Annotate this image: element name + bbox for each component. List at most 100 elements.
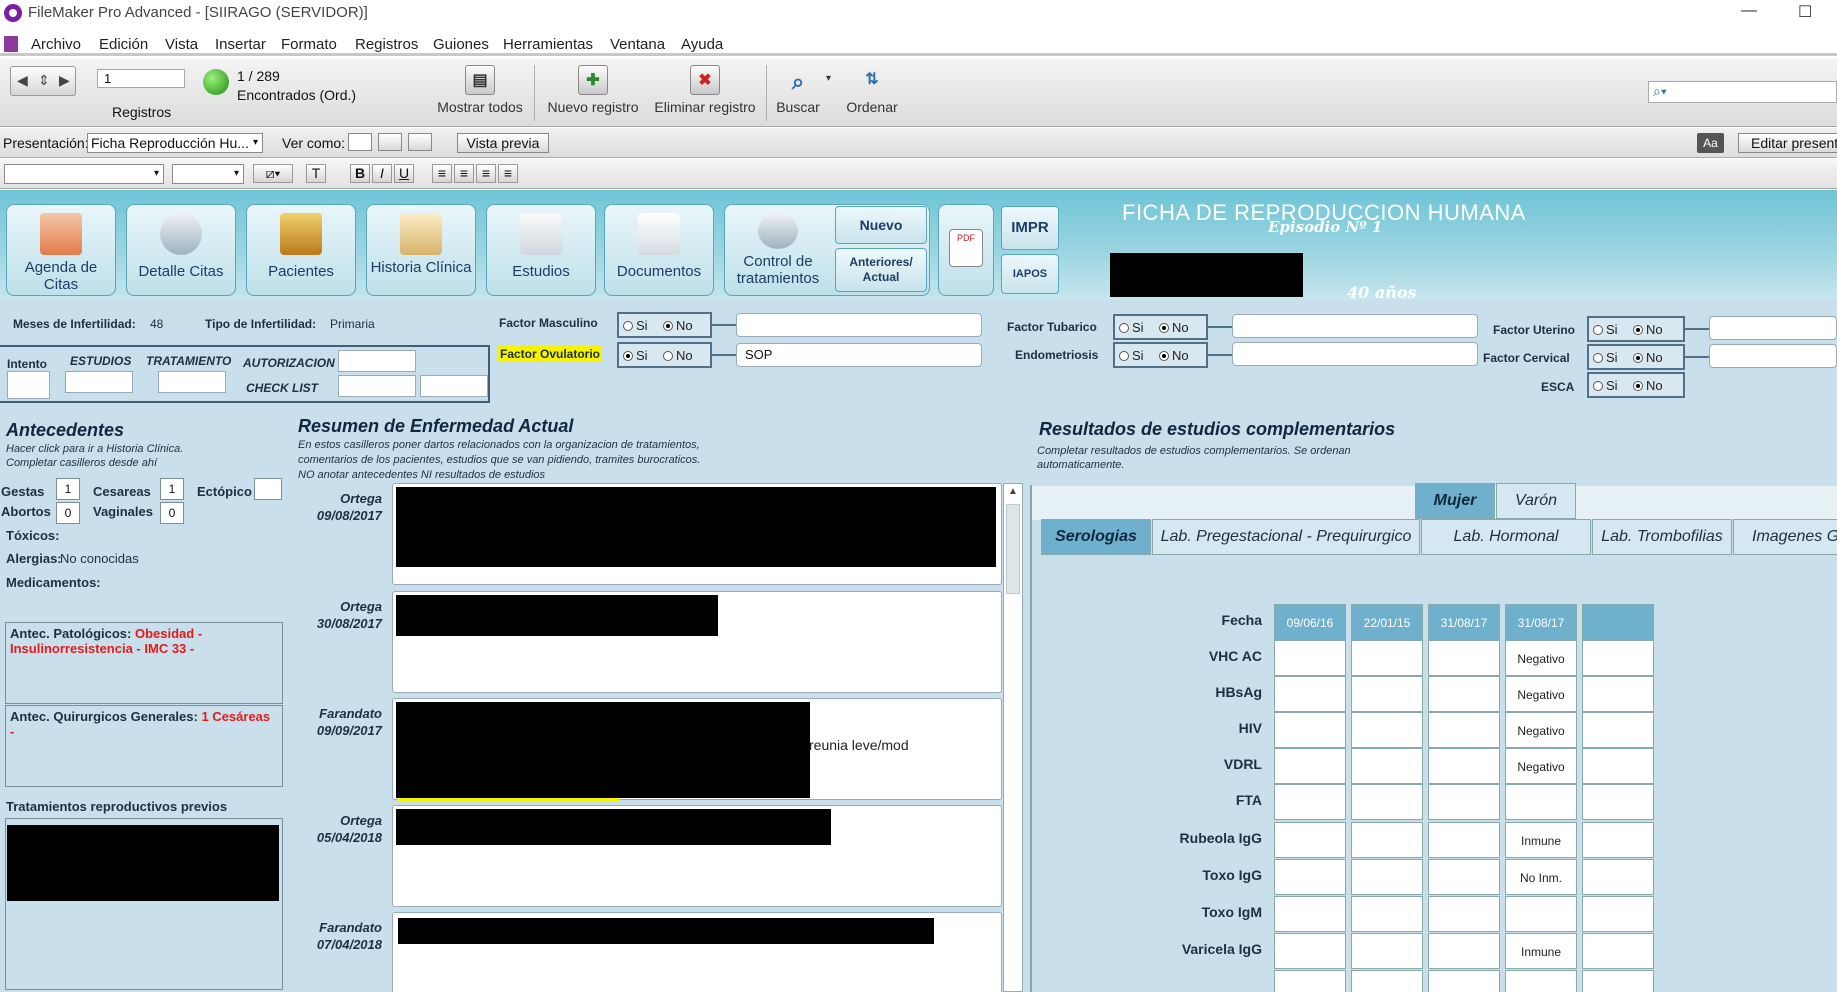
result-cell[interactable] (1428, 676, 1500, 712)
result-cell[interactable] (1274, 676, 1346, 712)
autorizacion-field[interactable] (338, 350, 416, 372)
align-right-button[interactable]: ≡ (476, 164, 496, 183)
tab-imagenes[interactable]: Imagenes Gi (1733, 519, 1837, 555)
table-view-button[interactable] (408, 133, 432, 151)
result-cell[interactable] (1351, 712, 1423, 748)
result-cell[interactable] (1351, 970, 1423, 992)
factor-masculino-radio[interactable]: Si No (617, 312, 712, 338)
endometriosis-text[interactable] (1232, 342, 1478, 366)
resumen-entry[interactable]: reunia leve/mod (392, 698, 1002, 801)
find-dropdown-icon[interactable]: ▾ (826, 73, 831, 84)
factor-uterino-si[interactable]: Si (1593, 322, 1618, 337)
nav-documentos[interactable]: Documentos (604, 204, 714, 296)
tratamientos-previos-box[interactable] (5, 818, 283, 990)
result-cell[interactable] (1351, 933, 1423, 969)
factor-tubarico-no[interactable]: No (1159, 320, 1189, 335)
factor-uterino-no[interactable]: No (1633, 322, 1663, 337)
alergias-value[interactable]: No conocidas (60, 551, 139, 566)
result-cell[interactable] (1351, 859, 1423, 895)
result-cell[interactable]: Negativo (1505, 748, 1577, 784)
endometriosis-no[interactable]: No (1159, 348, 1189, 363)
esca-no[interactable]: No (1633, 378, 1663, 393)
result-cell[interactable] (1274, 933, 1346, 969)
show-all-button[interactable]: ▤ Mostrar todos (434, 65, 526, 115)
sort-button[interactable]: ⇅ Ordenar (842, 65, 902, 115)
intento-field[interactable] (7, 371, 50, 399)
result-cell[interactable] (1274, 784, 1346, 820)
result-cell[interactable] (1505, 896, 1577, 932)
tab-serologias[interactable]: Serologias (1041, 519, 1151, 555)
factor-ovulatorio-radio[interactable]: Si No (617, 342, 712, 368)
result-cell[interactable] (1274, 822, 1346, 858)
antec-patologicos-box[interactable]: Antec. Patológicos: Obesidad - Insulinor… (5, 622, 283, 704)
result-cell[interactable] (1582, 784, 1654, 820)
factor-cervical-text[interactable] (1709, 344, 1837, 368)
result-cell[interactable] (1505, 970, 1577, 992)
tratamiento-field[interactable] (158, 371, 226, 393)
result-cell[interactable] (1351, 896, 1423, 932)
result-cell[interactable] (1274, 640, 1346, 676)
align-center-button[interactable]: ≡ (454, 164, 474, 183)
factor-cervical-si[interactable]: Si (1593, 350, 1618, 365)
tab-lab-pregestacional[interactable]: Lab. Pregestacional - Prequirurgico (1152, 519, 1420, 555)
factor-tubarico-radio[interactable]: Si No (1113, 314, 1208, 340)
resumen-entry[interactable] (392, 483, 1002, 585)
result-cell[interactable] (1582, 712, 1654, 748)
menu-vista[interactable]: Vista (165, 36, 198, 53)
date-cell[interactable]: 22/01/15 (1351, 604, 1423, 640)
result-cell[interactable] (1351, 748, 1423, 784)
nav-estudios[interactable]: Estudios (486, 204, 596, 296)
date-cell[interactable] (1582, 604, 1654, 640)
result-cell[interactable] (1428, 896, 1500, 932)
result-cell[interactable]: Negativo (1505, 712, 1577, 748)
next-record-icon[interactable]: ▶ (59, 72, 70, 89)
resumen-entry[interactable] (392, 912, 1002, 992)
esca-radio[interactable]: Si No (1587, 372, 1685, 398)
text-style-button[interactable]: T (306, 164, 326, 183)
justify-button[interactable]: ≡ (498, 164, 518, 183)
factor-masculino-si[interactable]: Si (623, 318, 648, 333)
result-cell[interactable]: Inmune (1505, 822, 1577, 858)
factor-ovulatorio-text[interactable]: SOP (736, 343, 982, 367)
result-cell[interactable]: Negativo (1505, 640, 1577, 676)
result-cell[interactable] (1274, 748, 1346, 784)
font-select[interactable]: ▾ (4, 164, 164, 184)
italic-button[interactable]: I (372, 164, 392, 183)
factor-cervical-no[interactable]: No (1633, 350, 1663, 365)
form-view-button[interactable] (348, 133, 372, 151)
checklist-field-2[interactable] (420, 375, 488, 397)
result-cell[interactable] (1582, 676, 1654, 712)
maximize-button[interactable]: ☐ (1798, 2, 1812, 22)
nav-historia-clinica[interactable]: Historia Clínica (366, 204, 476, 296)
text-color-button[interactable]: ⧄▾ (253, 164, 293, 183)
result-cell[interactable] (1428, 712, 1500, 748)
menu-formato[interactable]: Formato (281, 36, 337, 53)
tab-varon[interactable]: Varón (1496, 483, 1576, 519)
result-cell[interactable] (1428, 640, 1500, 676)
gestas-field[interactable]: 1 (56, 478, 80, 500)
menu-ayuda[interactable]: Ayuda (681, 36, 723, 53)
abortos-field[interactable]: 0 (56, 502, 80, 524)
result-cell[interactable] (1582, 859, 1654, 895)
nav-pacientes[interactable]: Pacientes (246, 204, 356, 296)
align-left-button[interactable]: ≡ (432, 164, 452, 183)
result-cell[interactable] (1428, 822, 1500, 858)
minimize-button[interactable]: — (1741, 2, 1757, 20)
menu-archivo[interactable]: Archivo (31, 36, 81, 53)
result-cell[interactable] (1428, 748, 1500, 784)
factor-tubarico-text[interactable] (1232, 314, 1478, 338)
factor-cervical-radio[interactable]: Si No (1587, 344, 1685, 370)
resumen-entry[interactable] (392, 591, 1002, 693)
result-cell[interactable]: Negativo (1505, 676, 1577, 712)
result-cell[interactable] (1582, 748, 1654, 784)
factor-uterino-text[interactable] (1709, 316, 1837, 340)
antecedentes-title[interactable]: Antecedentes (6, 420, 124, 441)
list-view-button[interactable] (378, 133, 402, 151)
antec-quirurgicos-box[interactable]: Antec. Quirurgicos Generales: 1 Cesáreas… (5, 705, 283, 787)
record-number-input[interactable]: 1 (97, 69, 185, 88)
formatting-bar-toggle[interactable]: Aa (1697, 133, 1724, 153)
previous-record-icon[interactable]: ◀ (17, 72, 28, 89)
meses-infertilidad-value[interactable]: 48 (150, 317, 163, 331)
menu-herramientas[interactable]: Herramientas (503, 36, 593, 53)
underline-button[interactable]: U (394, 164, 414, 183)
